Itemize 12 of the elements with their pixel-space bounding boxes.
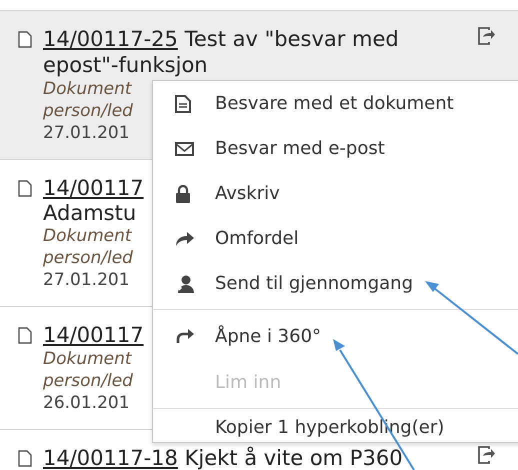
document-meta: Dokument: [43, 78, 132, 100]
document-meta: person/led: [43, 247, 133, 269]
document-date: 26.01.201: [43, 392, 130, 414]
document-meta: person/led: [43, 100, 133, 122]
document-meta: Dokument: [43, 348, 132, 370]
document-title: Adamstu: [43, 201, 136, 225]
document-date: 27.01.201: [43, 269, 130, 291]
document-meta: Dokument: [43, 225, 132, 247]
document-heading: 14/00117-25 Test av "besvar med epost"-funksjon: [43, 26, 400, 78]
document-date: 27.01.201: [43, 122, 130, 144]
document-meta: person/led: [43, 370, 133, 392]
document-heading: 14/00117-18 Kjekt å vite om P360: [43, 445, 403, 470]
